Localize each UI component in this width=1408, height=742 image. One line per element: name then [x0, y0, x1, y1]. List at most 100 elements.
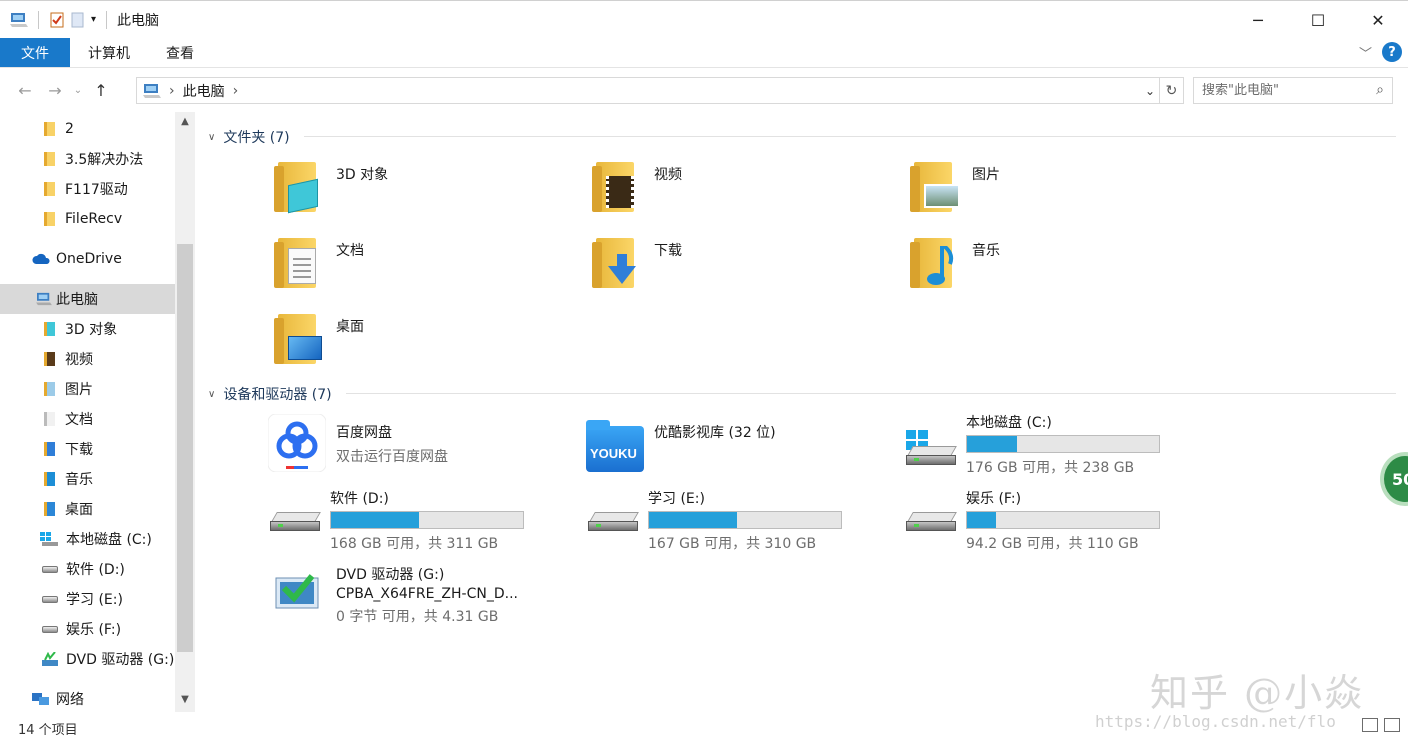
- navigation-pane: 2 3.5解决办法 F117驱动 FileRecv OneDrive 此电脑 3…: [0, 112, 196, 712]
- drive-icon: [584, 488, 640, 544]
- sidebar-item-desktop[interactable]: 桌面: [44, 494, 93, 524]
- scroll-down-icon[interactable]: ▼: [175, 694, 195, 705]
- item-drive-e[interactable]: 学习 (E:) 167 GB 可用，共 310 GB: [584, 488, 842, 553]
- drive-c-usage-bar: [966, 435, 1160, 453]
- youku-folder-icon: YOUKU: [584, 414, 646, 474]
- usage-fill: [331, 512, 420, 528]
- address-bar[interactable]: › 此电脑 › ⌄: [136, 77, 1160, 104]
- sidebar-item-this-pc[interactable]: 此电脑: [0, 284, 175, 314]
- tab-view[interactable]: 查看: [148, 38, 212, 67]
- computer-icon: [10, 12, 28, 27]
- group-divider: [346, 393, 1396, 394]
- sidebar-item-onedrive[interactable]: OneDrive: [32, 244, 122, 274]
- folder-videos[interactable]: 视频: [590, 158, 682, 214]
- content-pane: ∨ 文件夹 (7) 3D 对象 视频 图片 文档 下载 音乐 桌面 ∨ 设备和驱…: [200, 112, 1400, 712]
- quick-access-toolbar: ▾: [0, 10, 111, 29]
- maximize-button[interactable]: ☐: [1288, 1, 1348, 39]
- drive-icon: [42, 565, 58, 573]
- back-button[interactable]: ←: [10, 81, 40, 100]
- computer-icon: [36, 292, 52, 306]
- search-box[interactable]: ⌕: [1193, 77, 1393, 104]
- folder-3d-objects[interactable]: 3D 对象: [272, 158, 388, 214]
- windows-drive-icon: [902, 412, 958, 468]
- new-folder-icon[interactable]: [71, 12, 85, 28]
- usage-fill: [649, 512, 738, 528]
- tab-computer[interactable]: 计算机: [70, 38, 148, 67]
- devices-group-header[interactable]: ∨ 设备和驱动器 (7): [208, 384, 332, 404]
- window-controls: ─ ☐ ✕: [1228, 1, 1408, 39]
- sidebar-item-drive-f[interactable]: 娱乐 (F:): [42, 614, 121, 644]
- pictures-folder-icon: [908, 158, 964, 214]
- refresh-icon: ↻: [1165, 82, 1178, 99]
- sidebar-item-drive-g[interactable]: DVD 驱动器 (G:): [42, 644, 174, 674]
- status-bar: 14 个项目: [0, 714, 1408, 742]
- folder-desktop[interactable]: 桌面: [272, 310, 364, 366]
- view-switcher: [1362, 718, 1400, 732]
- search-icon[interactable]: ⌕: [1376, 82, 1384, 98]
- sidebar-item-2[interactable]: 2: [44, 114, 74, 144]
- title-bar: ▾ 此电脑 ─ ☐ ✕: [0, 0, 1408, 38]
- sidebar-item-solution[interactable]: 3.5解决办法: [44, 144, 143, 174]
- chevron-down-icon[interactable]: ∨: [208, 132, 215, 143]
- sidebar-item-downloads[interactable]: 下载: [44, 434, 93, 464]
- sidebar-item-pictures[interactable]: 图片: [44, 374, 93, 404]
- sidebar-item-filerecv[interactable]: FileRecv: [44, 204, 122, 234]
- address-dropdown-icon[interactable]: ⌄: [1145, 84, 1155, 98]
- up-button[interactable]: ↑: [86, 81, 116, 100]
- item-count: 14 个项目: [18, 722, 78, 738]
- sidebar-item-f117[interactable]: F117驱动: [44, 174, 128, 204]
- sidebar-item-network[interactable]: 网络: [32, 684, 84, 714]
- refresh-button[interactable]: ↻: [1160, 77, 1184, 104]
- sidebar-item-videos[interactable]: 视频: [44, 344, 93, 374]
- sidebar-item-drive-d[interactable]: 软件 (D:): [42, 554, 125, 584]
- item-baidu-netdisk[interactable]: 百度网盘 双击运行百度网盘: [267, 413, 448, 474]
- folder-icon: [44, 122, 55, 136]
- minimize-button[interactable]: ─: [1228, 1, 1288, 39]
- sidebar-item-3d-objects[interactable]: 3D 对象: [44, 314, 117, 344]
- folder-documents[interactable]: 文档: [272, 234, 364, 290]
- baidu-netdisk-icon: [267, 413, 328, 474]
- folder-downloads[interactable]: 下载: [590, 234, 682, 290]
- forward-button[interactable]: →: [40, 81, 70, 100]
- music-icon: [44, 472, 55, 486]
- downloads-icon: [44, 442, 55, 456]
- details-view-icon[interactable]: [1362, 718, 1378, 732]
- chevron-down-icon[interactable]: ∨: [208, 389, 215, 400]
- desktop-icon: [44, 502, 55, 516]
- folder-music[interactable]: 音乐: [908, 234, 1000, 290]
- item-youku-library[interactable]: YOUKU 优酷影视库 (32 位): [584, 414, 776, 474]
- close-button[interactable]: ✕: [1348, 1, 1408, 39]
- ribbon-controls: ﹀ ?: [1359, 42, 1402, 62]
- item-drive-d[interactable]: 软件 (D:) 168 GB 可用，共 311 GB: [266, 488, 524, 553]
- drive-icon: [42, 595, 58, 603]
- usage-fill: [967, 512, 996, 528]
- folder-icon: [44, 212, 55, 226]
- chevron-right-icon[interactable]: ›: [169, 83, 175, 99]
- item-dvd-drive[interactable]: DVD 驱动器 (G:) CPBA_X64FRE_ZH-CN_D... 0 字节…: [272, 564, 518, 626]
- sidebar-item-documents[interactable]: 文档: [44, 404, 93, 434]
- sidebar-item-drive-e[interactable]: 学习 (E:): [42, 584, 123, 614]
- item-drive-f[interactable]: 娱乐 (F:) 94.2 GB 可用，共 110 GB: [902, 488, 1160, 553]
- scroll-thumb[interactable]: [177, 244, 193, 652]
- 3d-objects-icon: [44, 322, 55, 336]
- item-drive-c[interactable]: 本地磁盘 (C:) 176 GB 可用，共 238 GB: [902, 412, 1160, 477]
- folders-group-header[interactable]: ∨ 文件夹 (7): [208, 127, 290, 147]
- tab-file[interactable]: 文件: [0, 38, 70, 67]
- youku-logo: YOUKU: [590, 446, 637, 461]
- help-icon[interactable]: ?: [1382, 42, 1402, 62]
- chevron-right-icon[interactable]: ›: [233, 83, 239, 99]
- sidebar-item-drive-c[interactable]: 本地磁盘 (C:): [40, 524, 152, 554]
- folder-icon: [44, 152, 55, 166]
- drive-icon: [902, 488, 958, 544]
- recent-locations-icon[interactable]: ⌄: [70, 85, 86, 96]
- folder-pictures[interactable]: 图片: [908, 158, 1000, 214]
- expand-ribbon-icon[interactable]: ﹀: [1359, 43, 1372, 62]
- customize-qa-icon[interactable]: ▾: [91, 14, 96, 25]
- breadcrumb-this-pc[interactable]: 此电脑: [183, 81, 225, 101]
- scroll-up-icon[interactable]: ▲: [175, 116, 195, 127]
- search-input[interactable]: [1202, 83, 1362, 98]
- sidebar-scrollbar[interactable]: ▲ ▼: [175, 112, 195, 712]
- sidebar-item-music[interactable]: 音乐: [44, 464, 93, 494]
- large-icons-view-icon[interactable]: [1384, 718, 1400, 732]
- properties-icon[interactable]: [49, 12, 65, 28]
